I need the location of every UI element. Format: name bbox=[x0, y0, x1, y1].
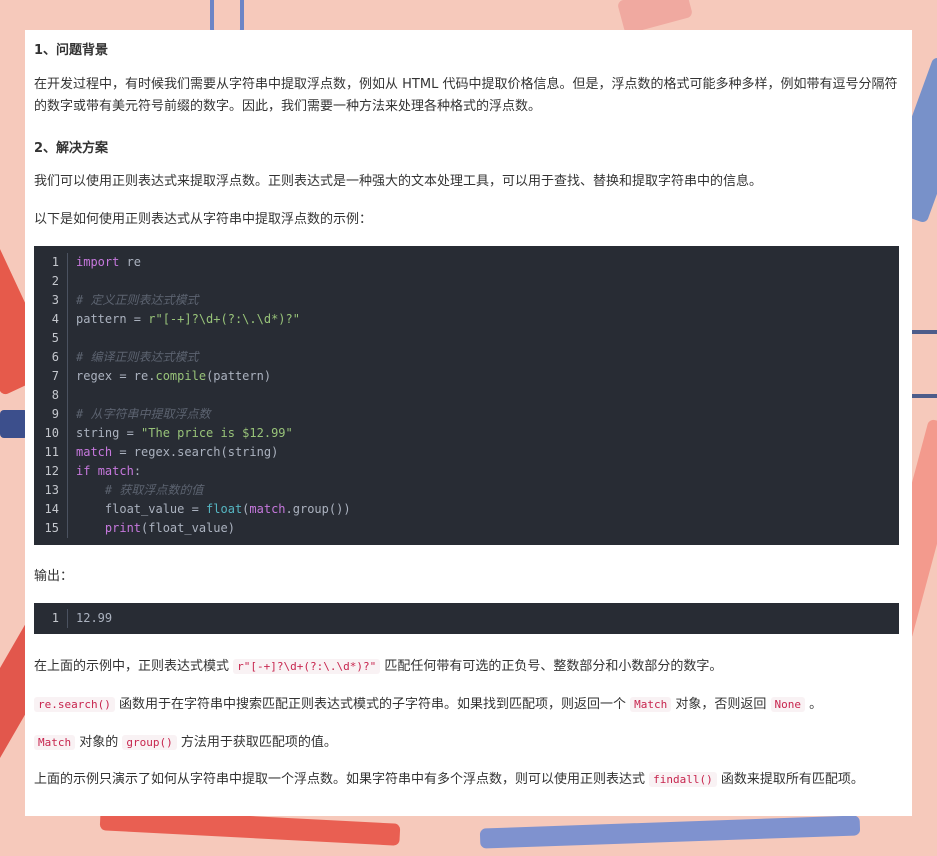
section-heading-background: 1、问题背景 bbox=[34, 43, 109, 58]
code-text: if match: bbox=[76, 464, 142, 478]
output-code-block: 1 12.99 bbox=[34, 603, 899, 634]
code-line: 14 float_value = float(match.group()) bbox=[34, 500, 899, 519]
code-text: # 编译正则表达式模式 bbox=[76, 350, 199, 364]
line-number: 13 bbox=[34, 481, 68, 500]
explanation-paragraph-1: 在上面的示例中，正则表达式模式 r"[-+]?\d+(?:\.\d*)?" 匹配… bbox=[34, 656, 900, 678]
line-number: 8 bbox=[34, 386, 68, 405]
code-text: regex = re.compile(pattern) bbox=[76, 369, 272, 383]
code-text: string = "The price is $12.99" bbox=[76, 426, 293, 440]
pencil-decoration bbox=[479, 815, 861, 849]
inline-code: findall() bbox=[649, 772, 717, 787]
code-line: 12 if match: bbox=[34, 462, 899, 481]
code-line: 1 12.99 bbox=[34, 609, 899, 628]
line-number: 9 bbox=[34, 405, 68, 424]
solution-paragraph: 我们可以使用正则表达式来提取浮点数。正则表达式是一种强大的文本处理工具，可以用于… bbox=[34, 174, 763, 189]
code-text: import re bbox=[76, 255, 142, 269]
code-line: 8 bbox=[34, 386, 899, 405]
code-line: 3 # 定义正则表达式模式 bbox=[34, 291, 899, 310]
code-line: 11 match = regex.search(string) bbox=[34, 443, 899, 462]
line-number: 12 bbox=[34, 462, 68, 481]
inline-code: Match bbox=[630, 697, 672, 712]
code-text: # 定义正则表达式模式 bbox=[76, 293, 199, 307]
line-number: 10 bbox=[34, 424, 68, 443]
code-line: 1 import re bbox=[34, 253, 899, 272]
line-number: 5 bbox=[34, 329, 68, 348]
code-block: 1 import re 2 3 # 定义正则表达式模式 4 pattern = r"[-+]… bbox=[34, 246, 899, 545]
line-number: 1 bbox=[34, 253, 68, 272]
code-line: 6 # 编译正则表达式模式 bbox=[34, 348, 899, 367]
code-line: 15 print(float_value) bbox=[34, 519, 899, 538]
explanation-paragraph-4: 上面的示例只演示了如何从字符串中提取一个浮点数。如果字符串中有多个浮点数，则可以… bbox=[34, 769, 900, 791]
inline-code: Match bbox=[34, 735, 76, 750]
binder-clip-decoration bbox=[0, 410, 28, 438]
line-number: 6 bbox=[34, 348, 68, 367]
code-line: 10 string = "The price is $12.99" bbox=[34, 424, 899, 443]
code-text: match = regex.search(string) bbox=[76, 445, 279, 459]
code-text: print(float_value) bbox=[104, 521, 235, 535]
line-number: 14 bbox=[34, 500, 68, 519]
code-line: 5 bbox=[34, 329, 899, 348]
article-card: 1、问题背景 在开发过程中，有时候我们需要从字符串中提取浮点数，例如从 HTML… bbox=[25, 30, 912, 816]
inline-code: re.search() bbox=[34, 697, 115, 712]
background-paragraph: 在开发过程中，有时候我们需要从字符串中提取浮点数，例如从 HTML 代码中提取价… bbox=[34, 77, 898, 114]
explanation-text: 对象的 bbox=[75, 735, 123, 750]
output-value: 12.99 bbox=[76, 611, 113, 625]
explanation-text: 方法用于获取匹配项的值。 bbox=[176, 735, 337, 750]
output-label: 输出： bbox=[34, 569, 74, 584]
inline-code: None bbox=[770, 697, 806, 712]
code-text: # 获取浮点数的值 bbox=[104, 483, 204, 497]
code-line: 4 pattern = r"[-+]?\d+(?:\.\d*)?" bbox=[34, 310, 899, 329]
section-heading-solution: 2、解决方案 bbox=[34, 141, 109, 156]
code-line: 7 regex = re.compile(pattern) bbox=[34, 367, 899, 386]
explanation-text: 。 bbox=[805, 697, 823, 712]
explanation-text: 上面的示例只演示了如何从字符串中提取一个浮点数。如果字符串中有多个浮点数，则可以… bbox=[34, 772, 650, 787]
line-number: 7 bbox=[34, 367, 68, 386]
explanation-text: 函数来提取所有匹配项。 bbox=[716, 772, 864, 787]
code-line: 13 # 获取浮点数的值 bbox=[34, 481, 899, 500]
line-number: 15 bbox=[34, 519, 68, 538]
line-number: 3 bbox=[34, 291, 68, 310]
explanation-paragraph-2: re.search() 函数用于在字符串中搜索匹配正则表达式模式的子字符串。如果… bbox=[34, 694, 900, 716]
code-text: pattern = r"[-+]?\d+(?:\.\d*)?" bbox=[76, 312, 300, 326]
line-number: 11 bbox=[34, 443, 68, 462]
line-number: 4 bbox=[34, 310, 68, 329]
code-line: 2 bbox=[34, 272, 899, 291]
inline-code: group() bbox=[122, 735, 177, 750]
line-number: 2 bbox=[34, 272, 68, 291]
explanation-text: 对象，否则返回 bbox=[671, 697, 771, 712]
example-intro-paragraph: 以下是如何使用正则表达式从字符串中提取浮点数的示例： bbox=[34, 212, 373, 227]
code-text: # 从字符串中提取浮点数 bbox=[76, 407, 211, 421]
explanation-text: 在上面的示例中，正则表达式模式 bbox=[34, 659, 234, 674]
explanation-text: 函数用于在字符串中搜索匹配正则表达式模式的子字符串。如果找到匹配项，则返回一个 bbox=[114, 697, 631, 712]
explanation-text: 匹配任何带有可选的正负号、整数部分和小数部分的数字。 bbox=[380, 659, 723, 674]
inline-code: r"[-+]?\d+(?:\.\d*)?" bbox=[233, 659, 381, 674]
explanation-paragraph-3: Match 对象的 group() 方法用于获取匹配项的值。 bbox=[34, 732, 900, 754]
code-text: float_value = float(match.group()) bbox=[76, 502, 351, 516]
code-line: 9 # 从字符串中提取浮点数 bbox=[34, 405, 899, 424]
line-number: 1 bbox=[34, 609, 68, 628]
